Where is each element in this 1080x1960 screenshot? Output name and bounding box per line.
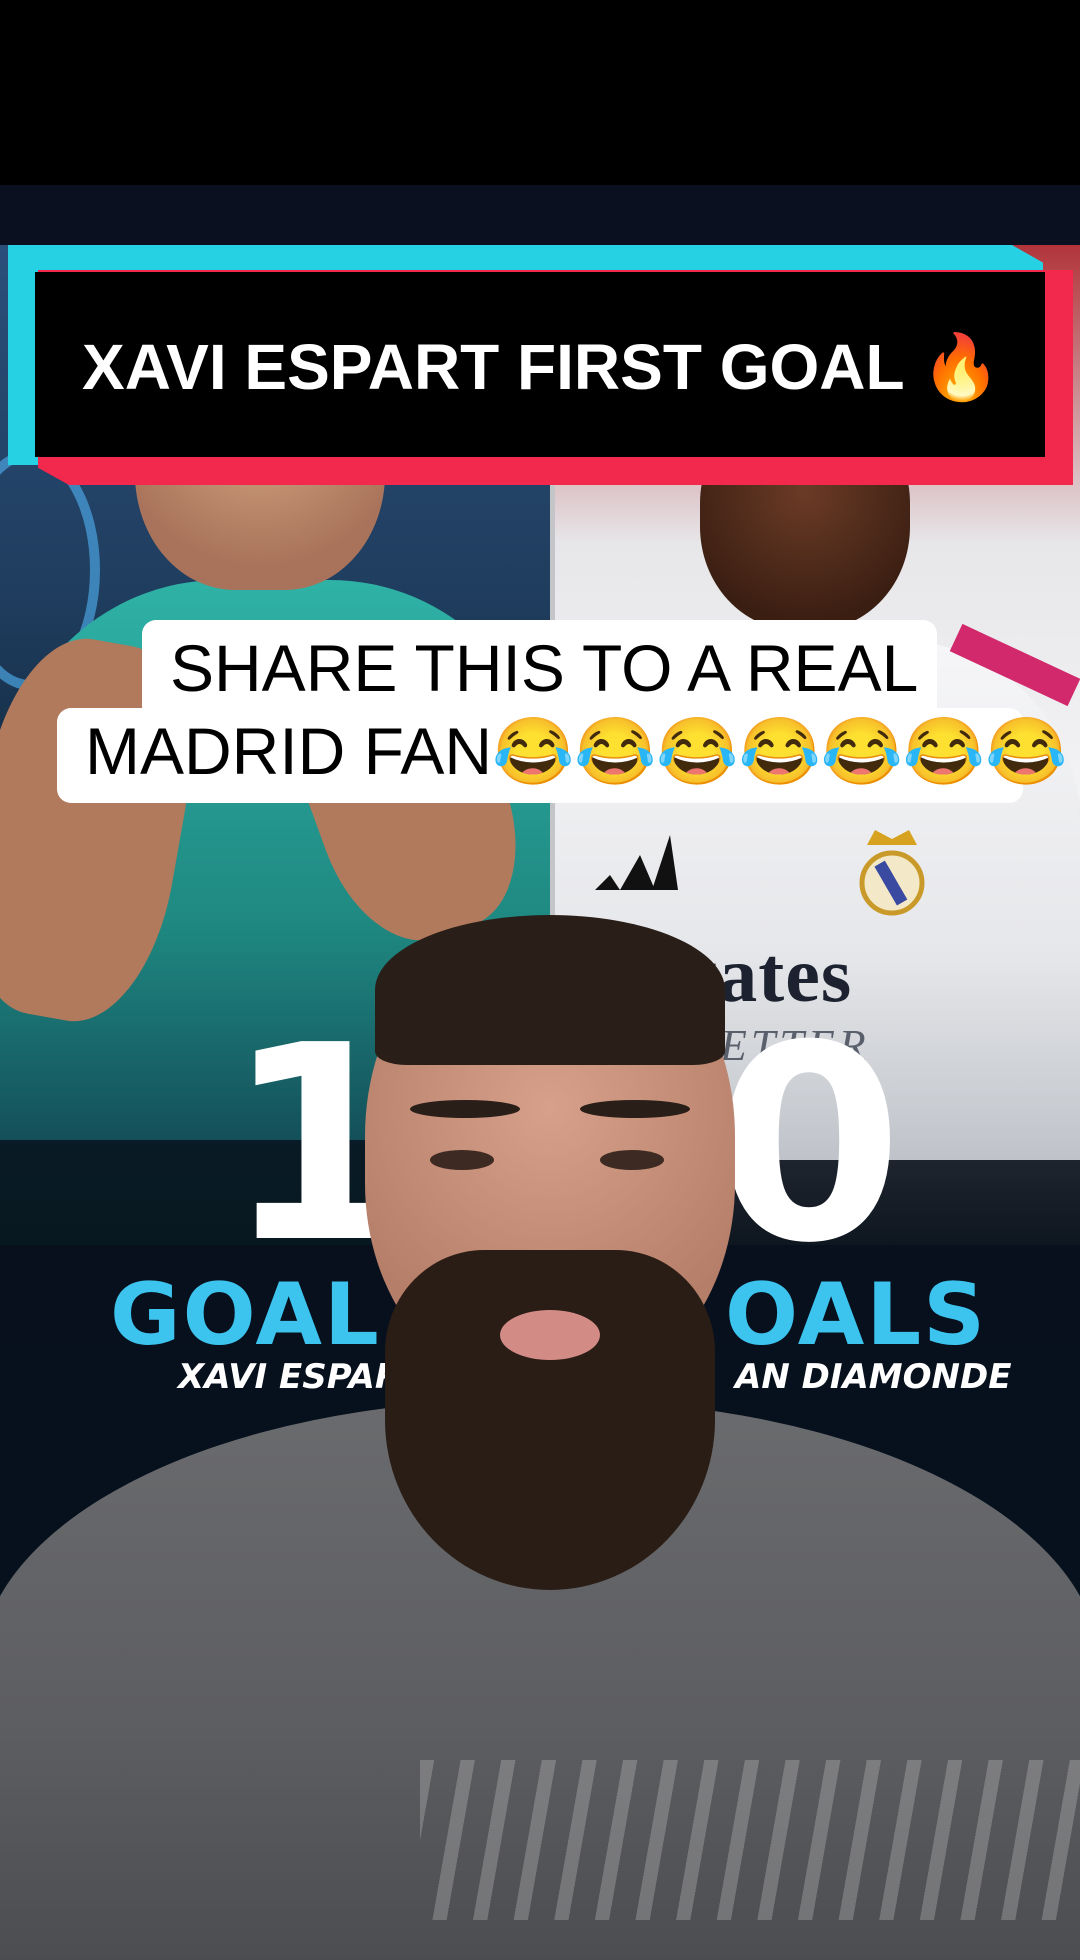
left-player-name: XAVI ESPAR xyxy=(178,1357,402,1397)
title-banner-text: XAVI ESPART FIRST GOAL 🔥 xyxy=(82,331,1001,403)
caption-line2: MADRID FAN😂😂😂😂😂😂😂 xyxy=(85,714,1068,788)
presenter-mouth xyxy=(500,1310,600,1360)
right-stat-label: OALS xyxy=(725,1265,988,1365)
caption-line1: SHARE THIS TO A REAL xyxy=(170,631,919,705)
presenter-hair xyxy=(375,915,725,1065)
right-stat-number: 0 xyxy=(715,987,903,1302)
left-stat-label: GOAL xyxy=(110,1265,381,1365)
shirt-print-graphic xyxy=(420,1760,1080,1920)
right-eye xyxy=(600,1150,664,1170)
left-eyebrow xyxy=(410,1100,520,1118)
presenter-beard xyxy=(385,1250,715,1590)
right-player-name: AN DIAMONDE xyxy=(735,1357,1012,1397)
right-eyebrow xyxy=(580,1100,690,1118)
top-black-bar xyxy=(0,0,1080,185)
real-madrid-crest-icon xyxy=(859,830,925,916)
adidas-logo-icon xyxy=(595,835,678,890)
left-eye xyxy=(430,1150,494,1170)
